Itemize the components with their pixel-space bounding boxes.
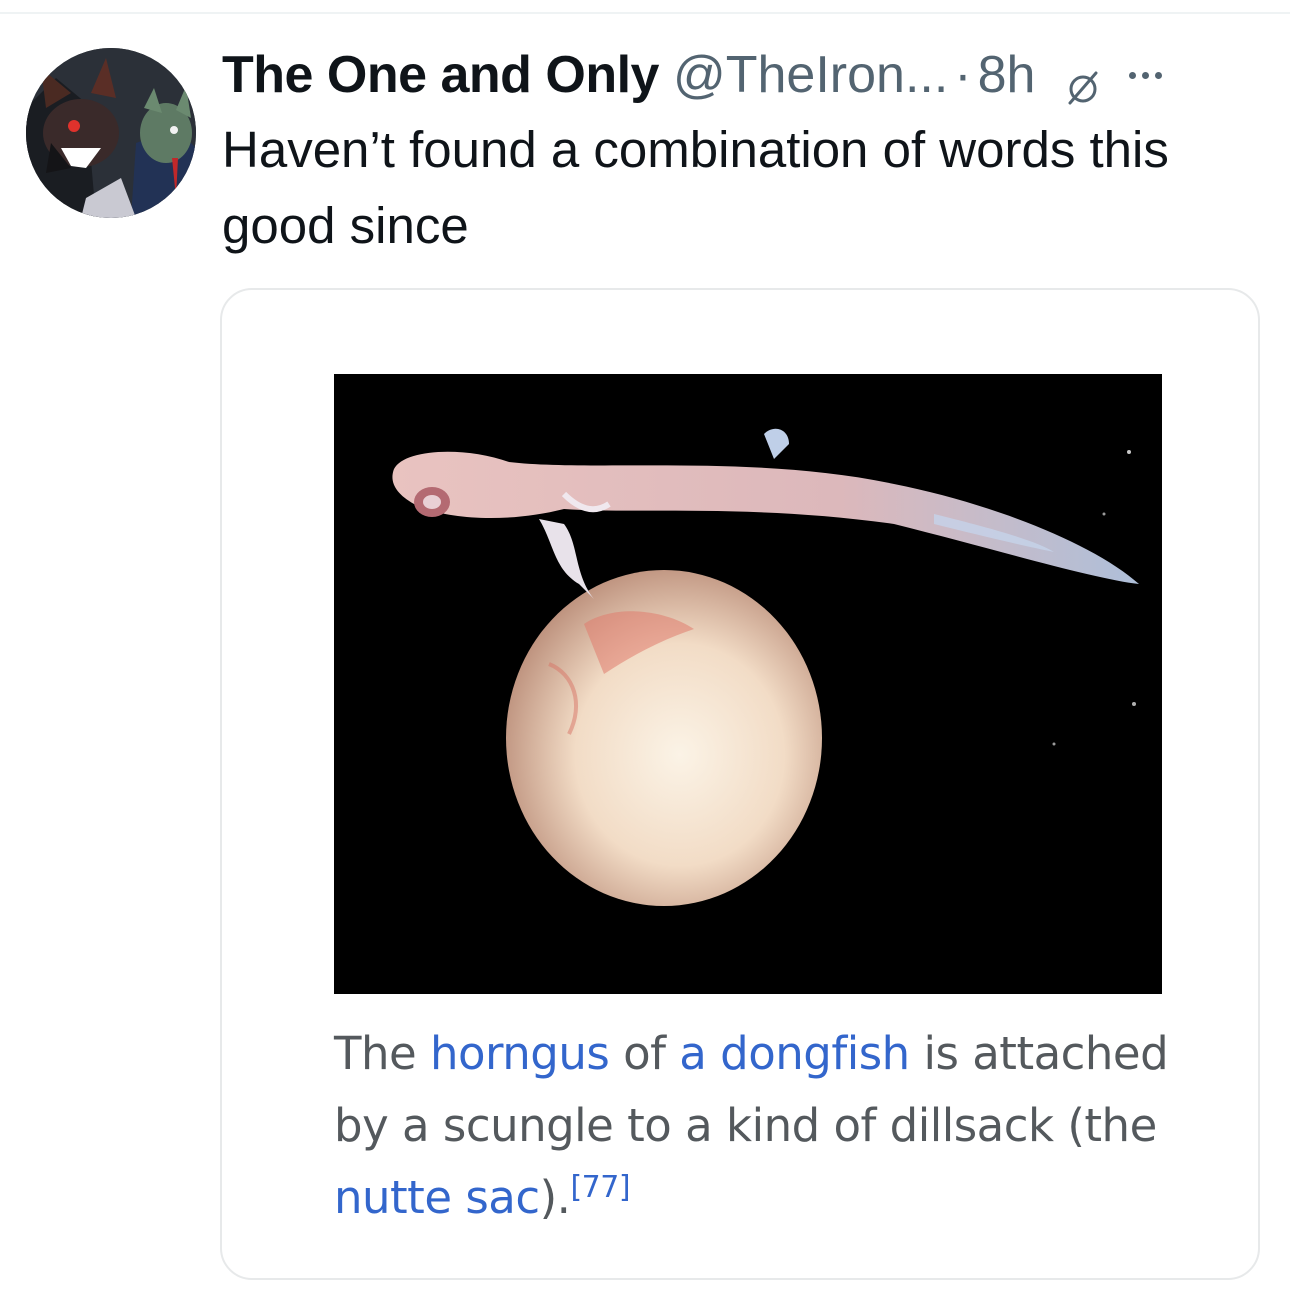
image-caption: The horngus of a dongfish is attached by… (334, 1018, 1194, 1234)
mute-icon (1063, 55, 1103, 105)
tweet-time[interactable]: 8h (978, 40, 1036, 110)
more-options-icon[interactable] (1129, 55, 1163, 95)
caption-text: ). (539, 1171, 571, 1224)
top-divider (0, 12, 1290, 14)
embryo-photo[interactable] (334, 374, 1162, 994)
caption-link-dongfish[interactable]: a dongfish (679, 1027, 910, 1080)
media-card[interactable]: The horngus of a dongfish is attached by… (220, 288, 1260, 1280)
caption-reference[interactable]: [77] (570, 1170, 630, 1205)
caption-text: of (609, 1027, 680, 1080)
shark-embryo-illustration (334, 374, 1162, 994)
caption-link-nutte-sac[interactable]: nutte sac (334, 1171, 540, 1224)
caption-link-horngus[interactable]: horngus (430, 1027, 610, 1080)
avatar[interactable] (26, 48, 196, 218)
avatar-illustration-icon (26, 48, 196, 218)
author-handle[interactable]: @TheIron... (673, 40, 948, 110)
caption-text: The (334, 1027, 430, 1080)
tweet-text: Haven’t found a combination of words thi… (222, 121, 1169, 254)
header-separator: · (954, 46, 972, 104)
author-display-name[interactable]: The One and Only (222, 40, 659, 110)
tweet-header: The One and Only @TheIron... · 8h (222, 40, 1272, 110)
